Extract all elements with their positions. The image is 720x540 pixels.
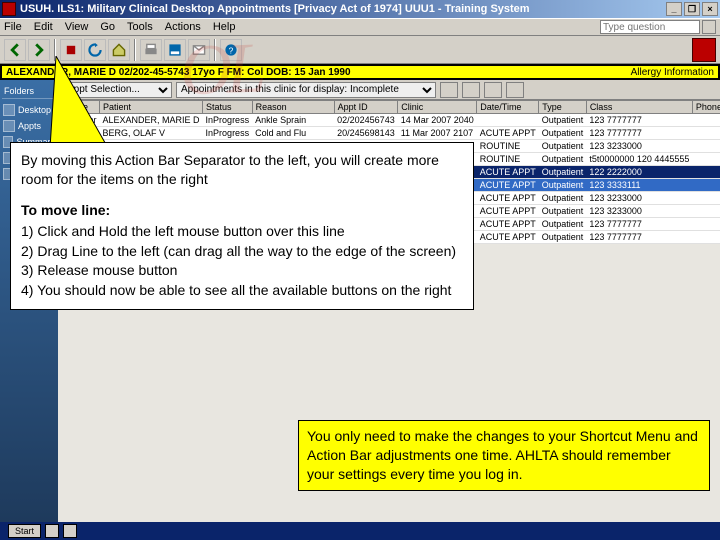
maximize-button[interactable]: ❐ — [684, 2, 700, 16]
help-search — [600, 20, 716, 34]
save-button[interactable] — [164, 39, 186, 61]
column-header[interactable]: Clinic — [398, 101, 477, 114]
menu-tools[interactable]: Tools — [127, 21, 153, 33]
task-1[interactable] — [45, 524, 59, 538]
task-2[interactable] — [63, 524, 77, 538]
app-title: USUH. ILS1: Military Clinical Desktop Ap… — [20, 3, 530, 15]
minimize-button[interactable]: _ — [666, 2, 682, 16]
sidebar-item-appts[interactable]: Appts — [2, 118, 56, 134]
titlebar: USUH. ILS1: Military Clinical Desktop Ap… — [0, 0, 720, 18]
menu-edit[interactable]: Edit — [34, 21, 53, 33]
home-button[interactable] — [108, 39, 130, 61]
sidebar-header: Folders — [2, 84, 56, 99]
window-controls: _ ❐ × — [666, 2, 718, 16]
desktop-icon — [3, 104, 15, 116]
filter-bar: Appt Selection... Appointments in this c… — [58, 80, 720, 100]
print-button[interactable] — [140, 39, 162, 61]
app-icon — [2, 2, 16, 16]
callout-intro: By moving this Action Bar Separator to t… — [21, 151, 463, 189]
menubar: File Edit View Go Tools Actions Help — [0, 18, 720, 36]
org-badge-icon — [692, 38, 716, 62]
filter-btn-3[interactable] — [484, 82, 502, 98]
help-search-go[interactable] — [702, 20, 716, 34]
callout-steps-header: To move line: — [21, 201, 463, 220]
callout-steps: 1) Click and Hold the left mouse button … — [21, 222, 463, 301]
sidebar-item-desktop[interactable]: Desktop — [2, 102, 56, 118]
column-header[interactable]: Phone — [692, 101, 720, 114]
column-header[interactable]: Date/Time — [477, 101, 539, 114]
menu-help[interactable]: Help — [213, 21, 236, 33]
taskbar: Start — [0, 522, 720, 540]
menu-actions[interactable]: Actions — [165, 21, 201, 33]
instruction-callout: By moving this Action Bar Separator to t… — [10, 142, 474, 310]
fwd-button[interactable] — [28, 39, 50, 61]
filter-btn-1[interactable] — [440, 82, 458, 98]
filter-btn-4[interactable] — [506, 82, 524, 98]
filter-btn-2[interactable] — [462, 82, 480, 98]
menu-view[interactable]: View — [65, 21, 89, 33]
column-header[interactable]: Reason — [252, 101, 334, 114]
column-header[interactable]: Class — [586, 101, 692, 114]
calendar-icon — [3, 120, 15, 132]
menu-go[interactable]: Go — [100, 21, 115, 33]
table-row[interactable]: 29 MarALEXANDER, MARIE DInProgressAnkle … — [59, 114, 720, 127]
table-row[interactable]: 29 MarBERG, OLAF VInProgressCold and Flu… — [59, 127, 720, 140]
start-button[interactable]: Start — [8, 524, 41, 538]
column-header[interactable]: Status — [203, 101, 253, 114]
help-search-input[interactable] — [600, 20, 700, 34]
toolbar-separator[interactable] — [214, 39, 216, 61]
toolbar-separator[interactable] — [134, 39, 136, 61]
menu-file[interactable]: File — [4, 21, 22, 33]
column-header[interactable]: Patient — [100, 101, 203, 114]
column-header[interactable]: Appt ID — [334, 101, 398, 114]
allergy-pill[interactable]: Allergy Information — [631, 67, 714, 78]
svg-text:?: ? — [229, 45, 234, 55]
clinic-filter-dropdown[interactable]: Appointments in this clinic for display:… — [176, 82, 436, 98]
note-callout: You only need to make the changes to you… — [298, 420, 710, 491]
close-button[interactable]: × — [702, 2, 718, 16]
help-button[interactable]: ? — [220, 39, 242, 61]
mail-button[interactable] — [188, 39, 210, 61]
back-button[interactable] — [4, 39, 26, 61]
column-header[interactable]: Type — [539, 101, 587, 114]
